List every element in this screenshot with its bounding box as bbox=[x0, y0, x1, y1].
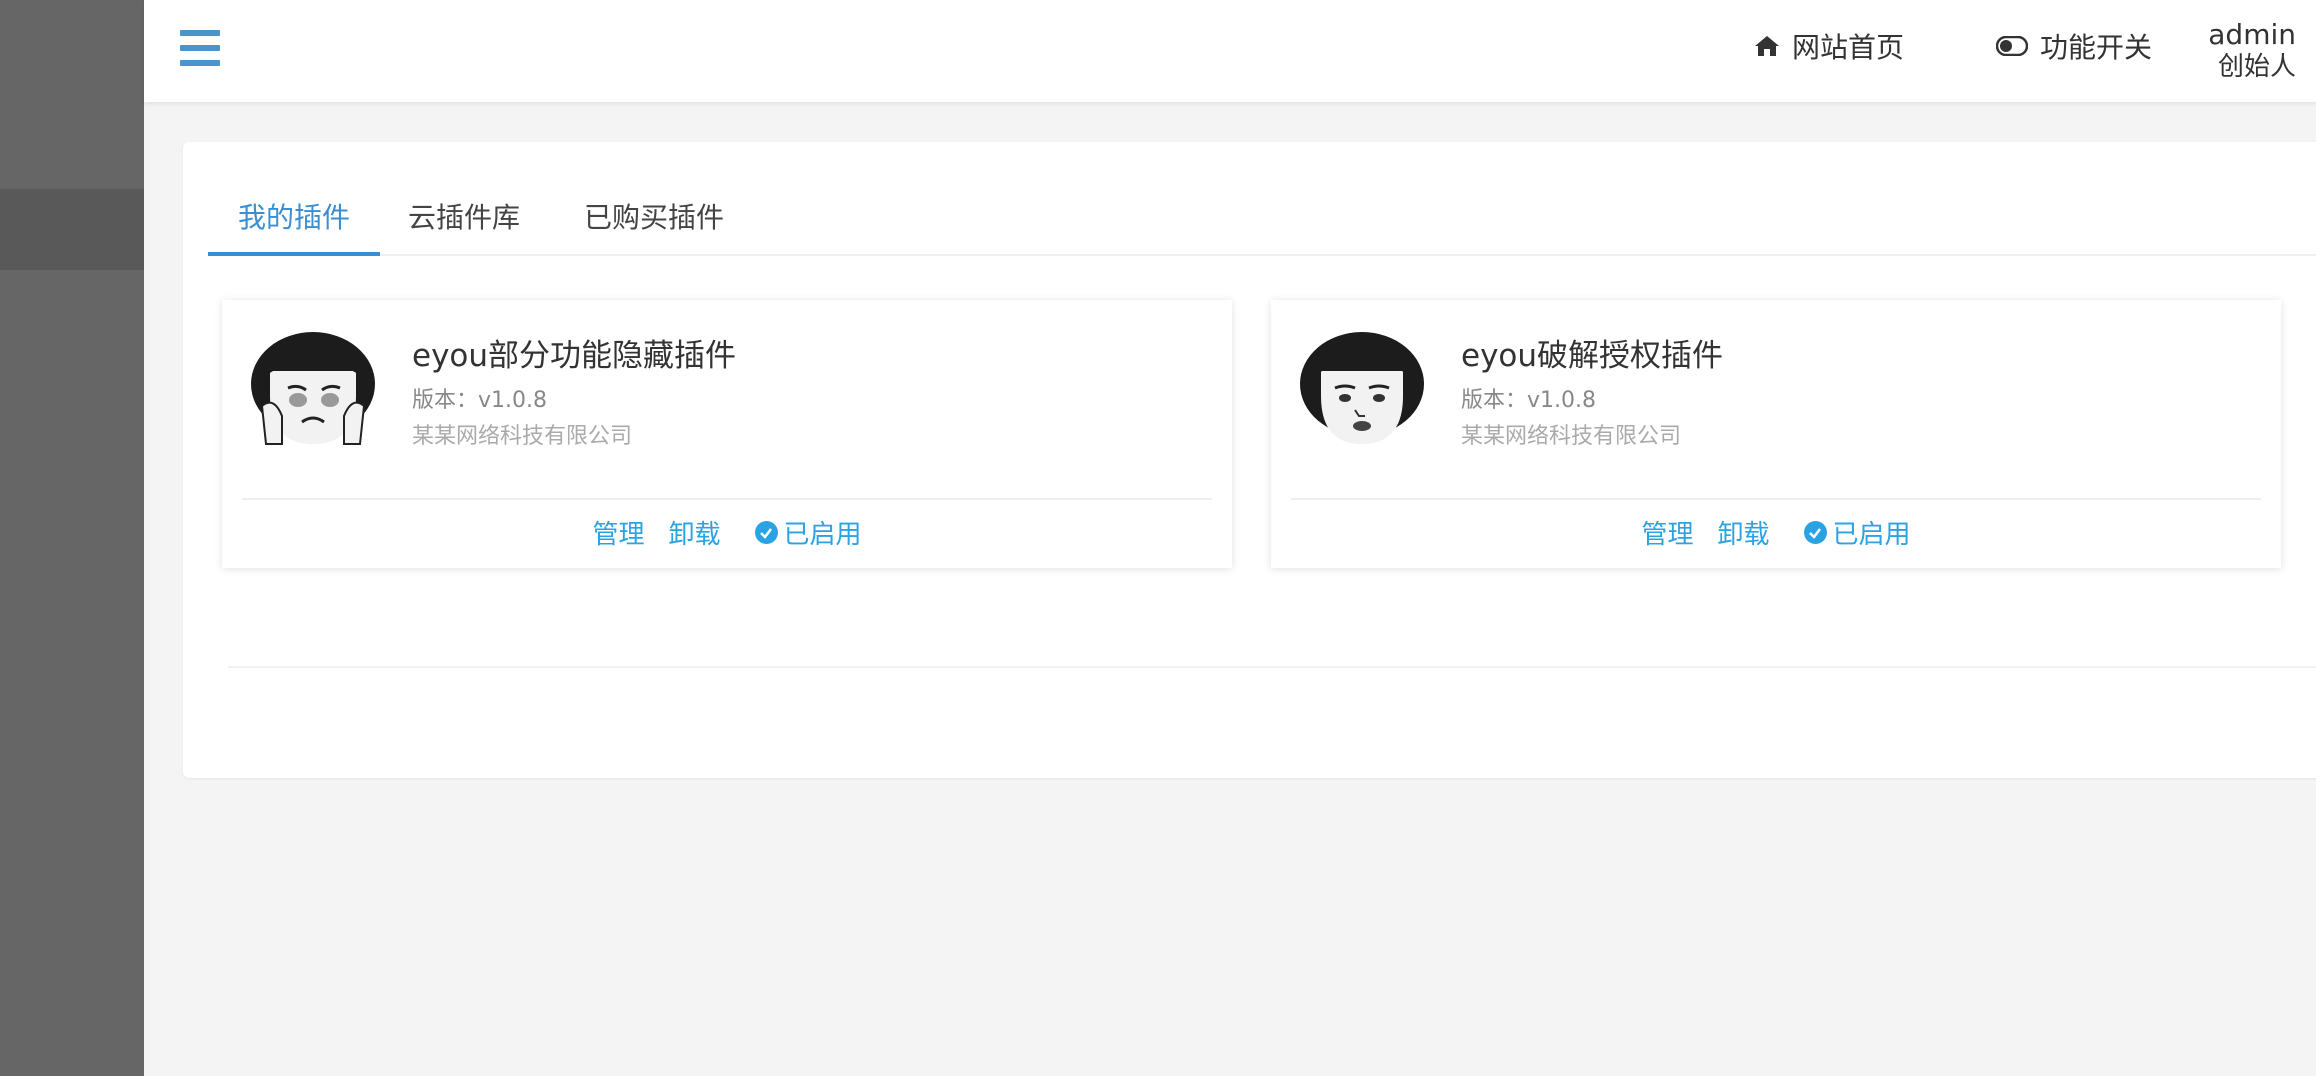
user-role: 创始人 bbox=[2217, 52, 2296, 82]
user-name: admin bbox=[2208, 18, 2296, 51]
manage-button[interactable]: 管理 bbox=[1641, 514, 1693, 551]
plugin-version: 版本：v1.0.8 bbox=[1461, 388, 1596, 413]
top-header: 网站首页 功能开关 admin 创始人 bbox=[144, 0, 2316, 102]
tab-purchased-plugins[interactable]: 已购买插件 bbox=[554, 194, 754, 256]
plugin-title: eyou破解授权插件 bbox=[1461, 338, 1724, 374]
card-divider bbox=[1291, 498, 2261, 500]
plugin-title: eyou部分功能隐藏插件 bbox=[412, 338, 737, 374]
card-divider bbox=[242, 498, 1212, 500]
menu-icon[interactable] bbox=[180, 30, 220, 66]
uninstall-button[interactable]: 卸载 bbox=[668, 514, 720, 551]
feature-switch-link[interactable]: 功能开关 bbox=[1996, 26, 2152, 66]
status-badge: 已启用 bbox=[1803, 514, 1911, 551]
check-circle-icon bbox=[1803, 521, 1827, 544]
toggle-icon bbox=[1996, 36, 2028, 56]
tab-cloud-plugins[interactable]: 云插件库 bbox=[378, 194, 550, 256]
plugin-avatar-crying-face bbox=[251, 332, 375, 445]
plugin-tabs: 我的插件 云插件库 已购买插件 bbox=[208, 142, 2316, 256]
check-circle-icon bbox=[754, 521, 778, 544]
plugin-actions: 管理 卸载 已启用 bbox=[1271, 514, 2281, 551]
status-label: 已启用 bbox=[1832, 520, 1911, 550]
user-menu[interactable]: admin 创始人 bbox=[2208, 18, 2296, 84]
sidebar-active-item[interactable] bbox=[0, 189, 144, 270]
home-link-label: 网站首页 bbox=[1792, 31, 1905, 64]
plugin-card: eyou破解授权插件 版本：v1.0.8 某某网络科技有限公司 管理 卸载 已启… bbox=[1271, 300, 2281, 568]
plugin-company: 某某网络科技有限公司 bbox=[1461, 424, 1682, 449]
plugin-panel: 我的插件 云插件库 已购买插件 eyou部分功能隐藏插件 版本：v1.0.8 某… bbox=[183, 142, 2316, 778]
panel-bottom-divider bbox=[228, 666, 2316, 668]
plugin-company: 某某网络科技有限公司 bbox=[412, 424, 633, 449]
home-link[interactable]: 网站首页 bbox=[1754, 26, 1904, 66]
feature-switch-label: 功能开关 bbox=[2040, 31, 2153, 64]
manage-button[interactable]: 管理 bbox=[592, 514, 644, 551]
uninstall-button[interactable]: 卸载 bbox=[1717, 514, 1769, 551]
home-icon bbox=[1755, 36, 1779, 56]
plugin-version: 版本：v1.0.8 bbox=[412, 388, 547, 413]
status-badge: 已启用 bbox=[754, 514, 862, 551]
status-label: 已启用 bbox=[783, 520, 862, 550]
tab-my-plugins[interactable]: 我的插件 bbox=[208, 194, 381, 256]
plugin-card: eyou部分功能隐藏插件 版本：v1.0.8 某某网络科技有限公司 管理 卸载 … bbox=[222, 300, 1232, 568]
plugin-avatar-face bbox=[1300, 332, 1424, 444]
plugin-actions: 管理 卸载 已启用 bbox=[222, 514, 1232, 551]
sidebar bbox=[0, 0, 144, 1076]
